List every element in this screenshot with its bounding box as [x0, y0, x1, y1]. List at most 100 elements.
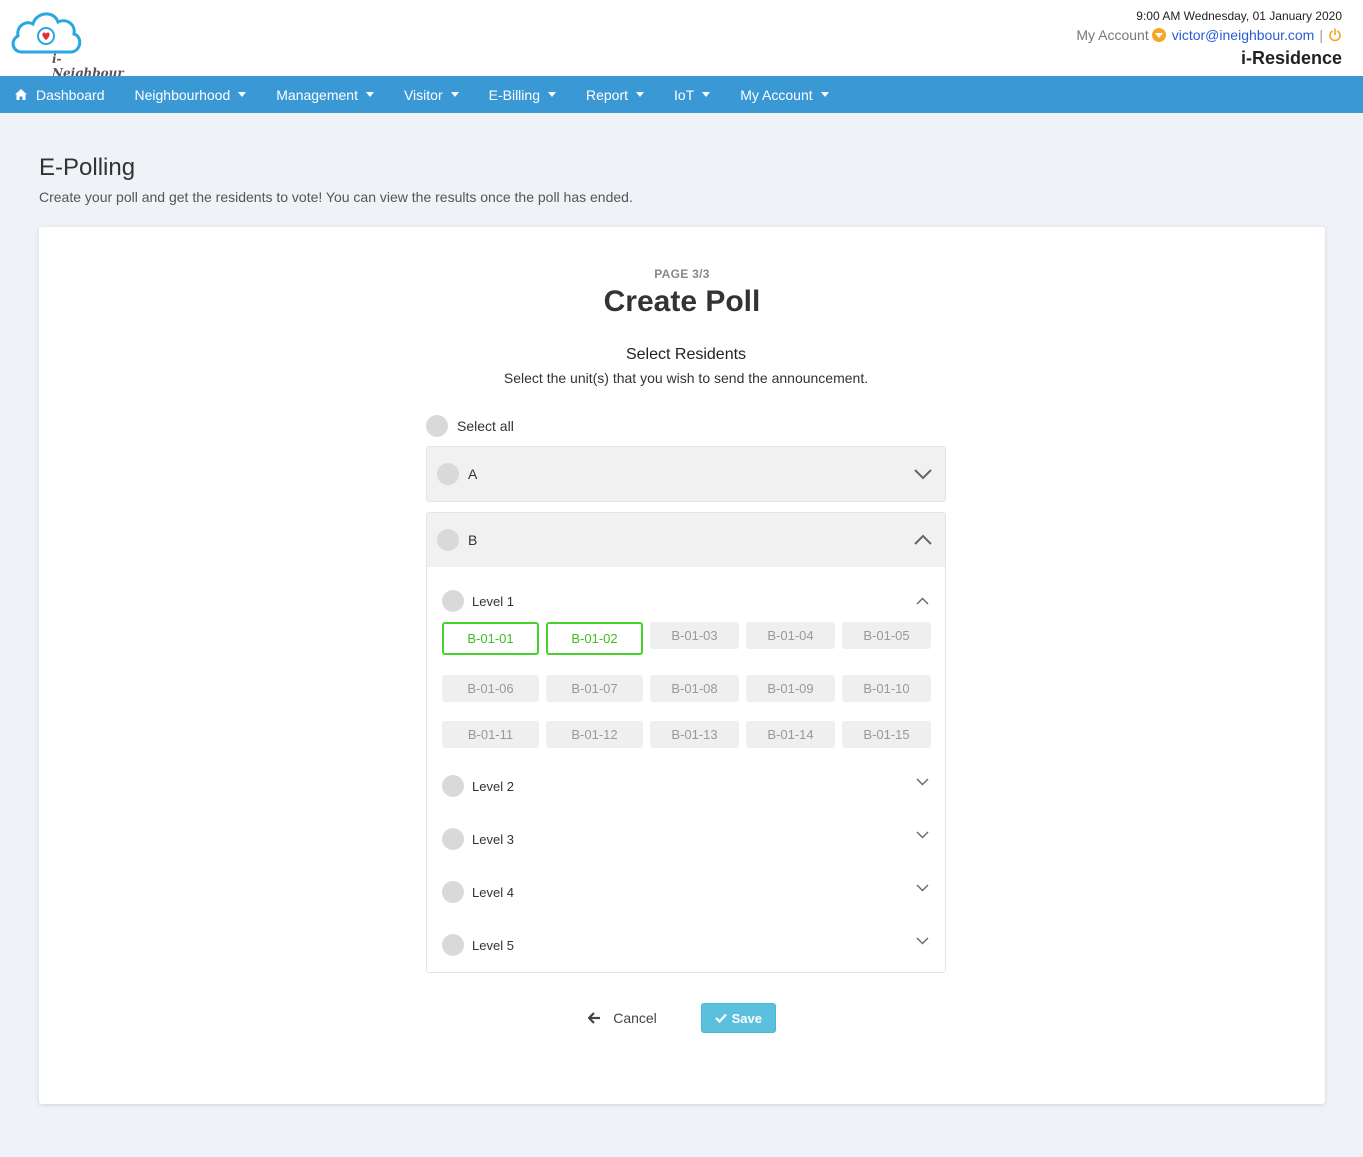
caret-down-icon — [238, 92, 247, 97]
level-label: Level 1 — [472, 593, 514, 609]
chevron-up-icon[interactable] — [916, 597, 929, 605]
account-row: My Account victor@ineighbour.com | — [1076, 25, 1342, 45]
power-icon[interactable] — [1328, 28, 1342, 42]
nav-management[interactable]: Management — [276, 87, 374, 103]
arrow-left-icon — [588, 1012, 601, 1024]
header-right: 9:00 AM Wednesday, 01 January 2020 My Ac… — [1076, 8, 1342, 70]
nav-neighbourhood[interactable]: Neighbourhood — [135, 87, 247, 103]
header-separator: | — [1319, 27, 1323, 43]
page-subtitle: Create your poll and get the residents t… — [39, 189, 633, 205]
block-b-radio[interactable] — [437, 529, 459, 551]
chevron-down-icon[interactable] — [913, 468, 933, 480]
nav-report[interactable]: Report — [585, 86, 645, 103]
nav-label: IoT — [674, 86, 695, 103]
nav-my-account[interactable]: My Account — [740, 86, 829, 103]
nav-visitor[interactable]: Visitor — [404, 87, 459, 103]
level-label: Level 4 — [472, 884, 514, 900]
level-1-row[interactable]: Level 1 — [427, 590, 945, 612]
block-a-radio[interactable] — [437, 463, 459, 485]
unit-row: B-01-01 B-01-02 B-01-03 B-01-04 B-01-05 — [442, 622, 945, 655]
unit-b-01-01[interactable]: B-01-01 — [442, 622, 539, 655]
caret-down-icon — [450, 92, 459, 97]
unit-b-01-09[interactable]: B-01-09 — [746, 675, 835, 702]
account-dropdown-icon[interactable] — [1151, 28, 1166, 42]
account-email[interactable]: victor@ineighbour.com — [1172, 25, 1315, 45]
chevron-up-icon[interactable] — [913, 534, 933, 546]
main-nav: Dashboard Neighbourhood Management Visit… — [0, 76, 1363, 113]
nav-label: Report — [585, 86, 629, 103]
unit-b-01-04[interactable]: B-01-04 — [746, 622, 835, 649]
chevron-down-icon[interactable] — [916, 884, 929, 892]
block-label: A — [468, 466, 478, 482]
select-all-option[interactable]: Select all — [426, 415, 514, 437]
caret-down-icon — [820, 92, 829, 97]
level-2-row[interactable]: Level 2 — [427, 775, 945, 797]
unit-b-01-06[interactable]: B-01-06 — [442, 675, 539, 702]
block-a-header[interactable]: A — [427, 447, 945, 501]
current-datetime: 9:00 AM Wednesday, 01 January 2020 — [1136, 9, 1342, 23]
level-label: Level 3 — [472, 831, 514, 847]
nav-label: Visitor — [403, 86, 443, 103]
select-all-label: Select all — [457, 418, 514, 434]
level-label: Level 5 — [472, 937, 514, 953]
block-b-header[interactable]: B — [427, 513, 945, 567]
unit-row: B-01-06 B-01-07 B-01-08 B-01-09 B-01-10 — [442, 675, 945, 702]
block-a: A — [426, 446, 946, 502]
chevron-down-icon[interactable] — [916, 831, 929, 839]
home-icon — [15, 89, 27, 100]
create-poll-card: PAGE 3/3 Create Poll Select Residents Se… — [39, 227, 1325, 1104]
cancel-label: Cancel — [613, 1010, 657, 1026]
unit-b-01-10[interactable]: B-01-10 — [842, 675, 931, 702]
nav-label: Dashboard — [36, 86, 105, 103]
site-name: i-Residence — [1240, 48, 1342, 68]
nav-label: My Account — [740, 86, 813, 103]
unit-b-01-15[interactable]: B-01-15 — [842, 721, 931, 748]
level-label: Level 2 — [472, 778, 514, 794]
unit-b-01-13[interactable]: B-01-13 — [650, 721, 739, 748]
unit-b-01-05[interactable]: B-01-05 — [842, 622, 931, 649]
nav-dashboard[interactable]: Dashboard — [14, 87, 105, 103]
level-1-units: B-01-01 B-01-02 B-01-03 B-01-04 B-01-05 … — [427, 622, 945, 748]
form-title: Create Poll — [603, 285, 761, 318]
page-indicator: PAGE 3/3 — [654, 267, 710, 281]
select-all-radio[interactable] — [426, 415, 448, 437]
check-icon — [714, 1013, 727, 1023]
level-5-row[interactable]: Level 5 — [427, 934, 945, 956]
nav-iot[interactable]: IoT — [674, 86, 711, 103]
nav-label: Neighbourhood — [134, 86, 231, 103]
section-title: Select Residents — [625, 346, 747, 363]
page-title: E-Polling — [39, 154, 136, 181]
unit-b-01-07[interactable]: B-01-07 — [546, 675, 643, 702]
section-description: Select the unit(s) that you wish to send… — [503, 370, 869, 386]
account-label[interactable]: My Account — [1076, 25, 1148, 45]
form-actions: Cancel Save — [39, 1003, 1325, 1033]
unit-b-01-11[interactable]: B-01-11 — [442, 721, 539, 748]
level-3-row[interactable]: Level 3 — [427, 828, 945, 850]
caret-down-icon — [702, 92, 711, 97]
top-header: i-Neighbour 9:00 AM Wednesday, 01 Januar… — [0, 0, 1363, 80]
block-b: B Level 1 B-01-01 B-01-02 B-01-03 B-01-0… — [426, 512, 946, 973]
unit-b-01-14[interactable]: B-01-14 — [746, 721, 835, 748]
nav-e-billing[interactable]: E-Billing — [489, 87, 556, 103]
unit-b-01-08[interactable]: B-01-08 — [650, 675, 739, 702]
save-button[interactable]: Save — [700, 1003, 776, 1033]
unit-row: B-01-11 B-01-12 B-01-13 B-01-14 B-01-15 — [442, 721, 945, 748]
unit-b-01-02[interactable]: B-01-02 — [546, 622, 643, 655]
logo[interactable]: i-Neighbour — [8, 6, 128, 80]
chevron-down-icon[interactable] — [916, 778, 929, 786]
unit-b-01-12[interactable]: B-01-12 — [546, 721, 643, 748]
nav-label: E-Billing — [488, 86, 540, 103]
level-4-radio[interactable] — [442, 881, 464, 903]
caret-down-icon — [547, 92, 556, 97]
caret-down-icon — [636, 92, 645, 97]
unit-b-01-03[interactable]: B-01-03 — [650, 622, 739, 649]
level-2-radio[interactable] — [442, 775, 464, 797]
level-1-radio[interactable] — [442, 590, 464, 612]
save-label: Save — [731, 1010, 762, 1026]
level-5-radio[interactable] — [442, 934, 464, 956]
level-3-radio[interactable] — [442, 828, 464, 850]
chevron-down-icon[interactable] — [916, 937, 929, 945]
block-label: B — [468, 532, 478, 548]
level-4-row[interactable]: Level 4 — [427, 881, 945, 903]
cancel-button[interactable]: Cancel — [588, 1010, 657, 1026]
